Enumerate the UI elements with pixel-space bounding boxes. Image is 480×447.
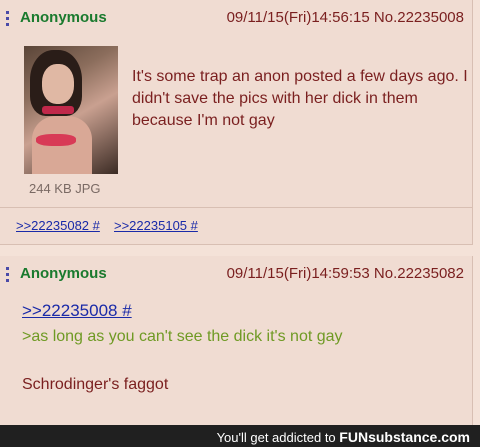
poster-name: Anonymous [20,9,107,26]
file-info: 244 KB JPG [29,181,101,196]
footer-text: You'll get addicted to FUNsubstance.com [217,429,470,445]
reply-link[interactable]: >>22235082 # [16,218,100,233]
post-meta: 09/11/15(Fri)14:56:15 No.22235008 [227,9,464,26]
post-datetime: 09/11/15(Fri)14:56:15 [226,9,370,26]
post-body: Schrodinger's faggot [22,376,169,393]
reply-links: >>22235082 # >>22235105 # [0,207,472,245]
post-1: Anonymous 09/11/15(Fri)14:56:15 No.22235… [0,0,473,245]
post-header: Anonymous 09/11/15(Fri)14:59:53 No.22235… [0,256,472,290]
post-meta: 09/11/15(Fri)14:59:53 No.22235082 [227,265,464,282]
watermark-footer: You'll get addicted to FUNsubstance.com [0,425,480,447]
reply-link[interactable]: >>22235105 # [114,218,198,233]
post-header: Anonymous 09/11/15(Fri)14:56:15 No.22235… [0,0,472,34]
post-menu-icon[interactable] [6,11,10,27]
poster-name: Anonymous [20,265,107,282]
footer-brand: FUNsubstance.com [339,429,470,445]
post-number[interactable]: No.22235008 [374,9,464,26]
quote-link[interactable]: >>22235008 # [22,301,172,323]
post-number[interactable]: No.22235082 [374,265,464,282]
post-image-thumbnail[interactable] [24,46,118,174]
post-menu-icon[interactable] [6,267,10,283]
greentext-line: >as long as you can't see the dick it's … [22,328,343,345]
post-body: It's some trap an anon posted a few days… [132,68,468,129]
post-datetime: 09/11/15(Fri)14:59:53 [226,265,370,282]
footer-tagline: You'll get addicted to [216,430,336,445]
